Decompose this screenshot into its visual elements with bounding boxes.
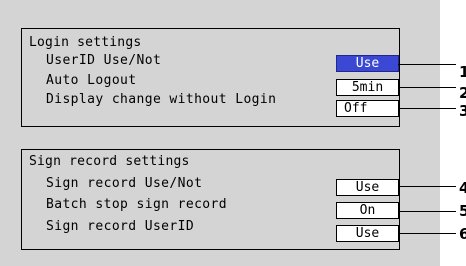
batch-stop-sign-record-field[interactable]: On: [336, 202, 399, 219]
display-change-without-login-field[interactable]: Off: [336, 100, 399, 117]
callout-number-2: 2: [459, 84, 466, 102]
callout-number-3: 3: [459, 102, 466, 120]
callout-leader-6: [398, 233, 456, 234]
sign-record-userid-field[interactable]: Use: [336, 225, 399, 242]
auto-logout-label: Auto Logout: [46, 73, 137, 88]
settings-screen: Login settings UserID Use/Not Use Auto L…: [0, 0, 440, 266]
userid-use-field[interactable]: Use: [336, 55, 399, 72]
display-change-without-login-label: Display change without Login: [46, 92, 277, 107]
callout-number-6: 6: [459, 225, 466, 243]
auto-logout-field[interactable]: 5min: [336, 79, 399, 96]
login-settings-heading: Login settings: [29, 35, 142, 50]
callout-number-5: 5: [459, 202, 466, 220]
sign-record-userid-label: Sign record UserID: [46, 219, 195, 234]
callout-leader-2: [398, 87, 456, 88]
callout-leader-1: [398, 64, 456, 65]
sign-record-use-field[interactable]: Use: [336, 179, 399, 196]
sign-record-settings-panel: Sign record settings Sign record Use/Not…: [21, 149, 400, 250]
userid-use-label: UserID Use/Not: [46, 53, 162, 68]
callout-leader-4: [398, 186, 456, 187]
callout-number-1: 1: [459, 63, 466, 81]
callout-leader-3: [398, 108, 456, 109]
callout-leader-5: [398, 211, 456, 212]
callout-number-4: 4: [459, 179, 466, 197]
batch-stop-sign-record-label: Batch stop sign record: [46, 197, 227, 212]
sign-record-settings-heading: Sign record settings: [29, 154, 190, 169]
sign-record-use-label: Sign record Use/Not: [46, 176, 203, 191]
login-settings-panel: Login settings UserID Use/Not Use Auto L…: [21, 28, 400, 127]
